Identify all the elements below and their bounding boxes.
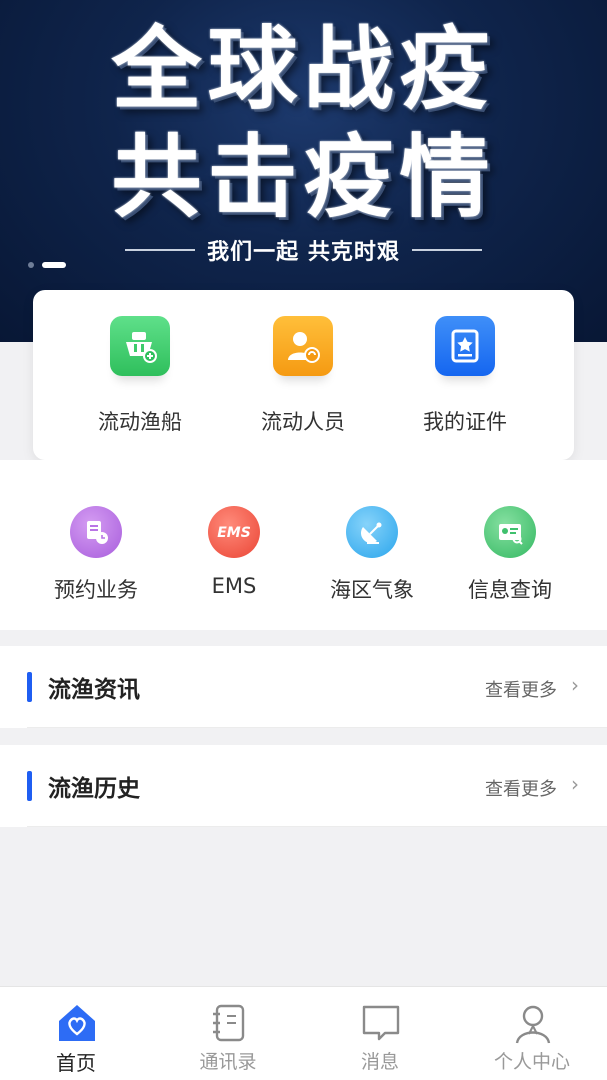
tab-label: 消息 bbox=[360, 1051, 399, 1073]
tab-profile[interactable]: 个人中心 bbox=[456, 987, 607, 1080]
view-more-link[interactable]: 查看更多 bbox=[485, 676, 557, 702]
banner-subtitle: 我们一起 共克时艰 bbox=[207, 240, 400, 265]
service-label: EMS bbox=[211, 574, 257, 598]
tab-label: 个人中心 bbox=[493, 1051, 570, 1073]
quick-action-label: 流动人员 bbox=[261, 410, 345, 434]
chevron-right-icon[interactable]: › bbox=[571, 673, 579, 697]
subtitle-rule-right bbox=[411, 249, 482, 251]
tab-label: 通讯录 bbox=[199, 1051, 257, 1073]
contacts-book-icon bbox=[213, 1004, 245, 1042]
section-divider bbox=[27, 727, 607, 728]
tab-label: 首页 bbox=[56, 1051, 96, 1075]
id-card-search-icon bbox=[484, 506, 536, 558]
subtitle-rule-left bbox=[125, 249, 196, 251]
service-appointment[interactable]: 预约业务 bbox=[20, 506, 172, 604]
service-label: 信息查询 bbox=[468, 578, 552, 602]
banner-subtitle-row: 我们一起 共克时艰 bbox=[0, 232, 607, 268]
home-heart-icon bbox=[59, 1005, 95, 1041]
section-accent-bar bbox=[27, 672, 32, 702]
carousel-dot-active[interactable] bbox=[42, 262, 66, 268]
service-info-query[interactable]: 信息查询 bbox=[434, 506, 586, 604]
carousel-dot[interactable] bbox=[28, 262, 34, 268]
service-ems[interactable]: EMS EMS bbox=[158, 506, 310, 598]
quick-action-mobile-personnel[interactable]: 流动人员 bbox=[223, 316, 383, 436]
certificate-icon bbox=[435, 316, 495, 376]
person-refresh-icon bbox=[273, 316, 333, 376]
tab-contacts[interactable]: 通讯录 bbox=[152, 987, 304, 1080]
quick-actions-card: 流动渔船 流动人员 我的证件 bbox=[33, 290, 574, 460]
section-fishing-history: 流渔历史 查看更多 › bbox=[0, 745, 607, 827]
section-title: 流渔历史 bbox=[48, 776, 140, 802]
banner-headline-1: 全球战疫 bbox=[111, 17, 496, 122]
svg-text:EMS: EMS bbox=[217, 525, 251, 541]
service-label: 预约业务 bbox=[54, 578, 138, 602]
quick-action-fishing-boat[interactable]: 流动渔船 bbox=[60, 316, 220, 436]
quick-action-my-certificates[interactable]: 我的证件 bbox=[385, 316, 545, 436]
carousel-indicator bbox=[28, 262, 66, 268]
quick-action-label: 流动渔船 bbox=[98, 410, 182, 434]
section-fishing-news: 流渔资讯 查看更多 › bbox=[0, 646, 607, 728]
tab-home[interactable]: 首页 bbox=[0, 987, 152, 1080]
bottom-tab-bar: 首页 通讯录 消息 个人中心 bbox=[0, 986, 607, 1080]
message-bubble-icon bbox=[362, 1005, 400, 1041]
view-more-link[interactable]: 查看更多 bbox=[485, 775, 557, 801]
section-accent-bar bbox=[27, 771, 32, 801]
services-grid: 预约业务 EMS EMS 海区气象 信息查询 bbox=[0, 460, 607, 630]
fishing-boat-icon bbox=[110, 316, 170, 376]
section-divider bbox=[27, 826, 607, 827]
appointment-icon bbox=[70, 506, 122, 558]
section-title: 流渔资讯 bbox=[48, 677, 140, 703]
ems-icon: EMS bbox=[208, 506, 260, 558]
chevron-right-icon[interactable]: › bbox=[571, 772, 579, 796]
quick-action-label: 我的证件 bbox=[423, 410, 507, 434]
tab-messages[interactable]: 消息 bbox=[304, 987, 456, 1080]
satellite-dish-icon bbox=[346, 506, 398, 558]
service-label: 海区气象 bbox=[330, 578, 414, 602]
service-sea-weather[interactable]: 海区气象 bbox=[296, 506, 448, 604]
banner-headline-2: 共击疫情 bbox=[111, 125, 496, 230]
user-profile-icon bbox=[515, 1005, 551, 1044]
